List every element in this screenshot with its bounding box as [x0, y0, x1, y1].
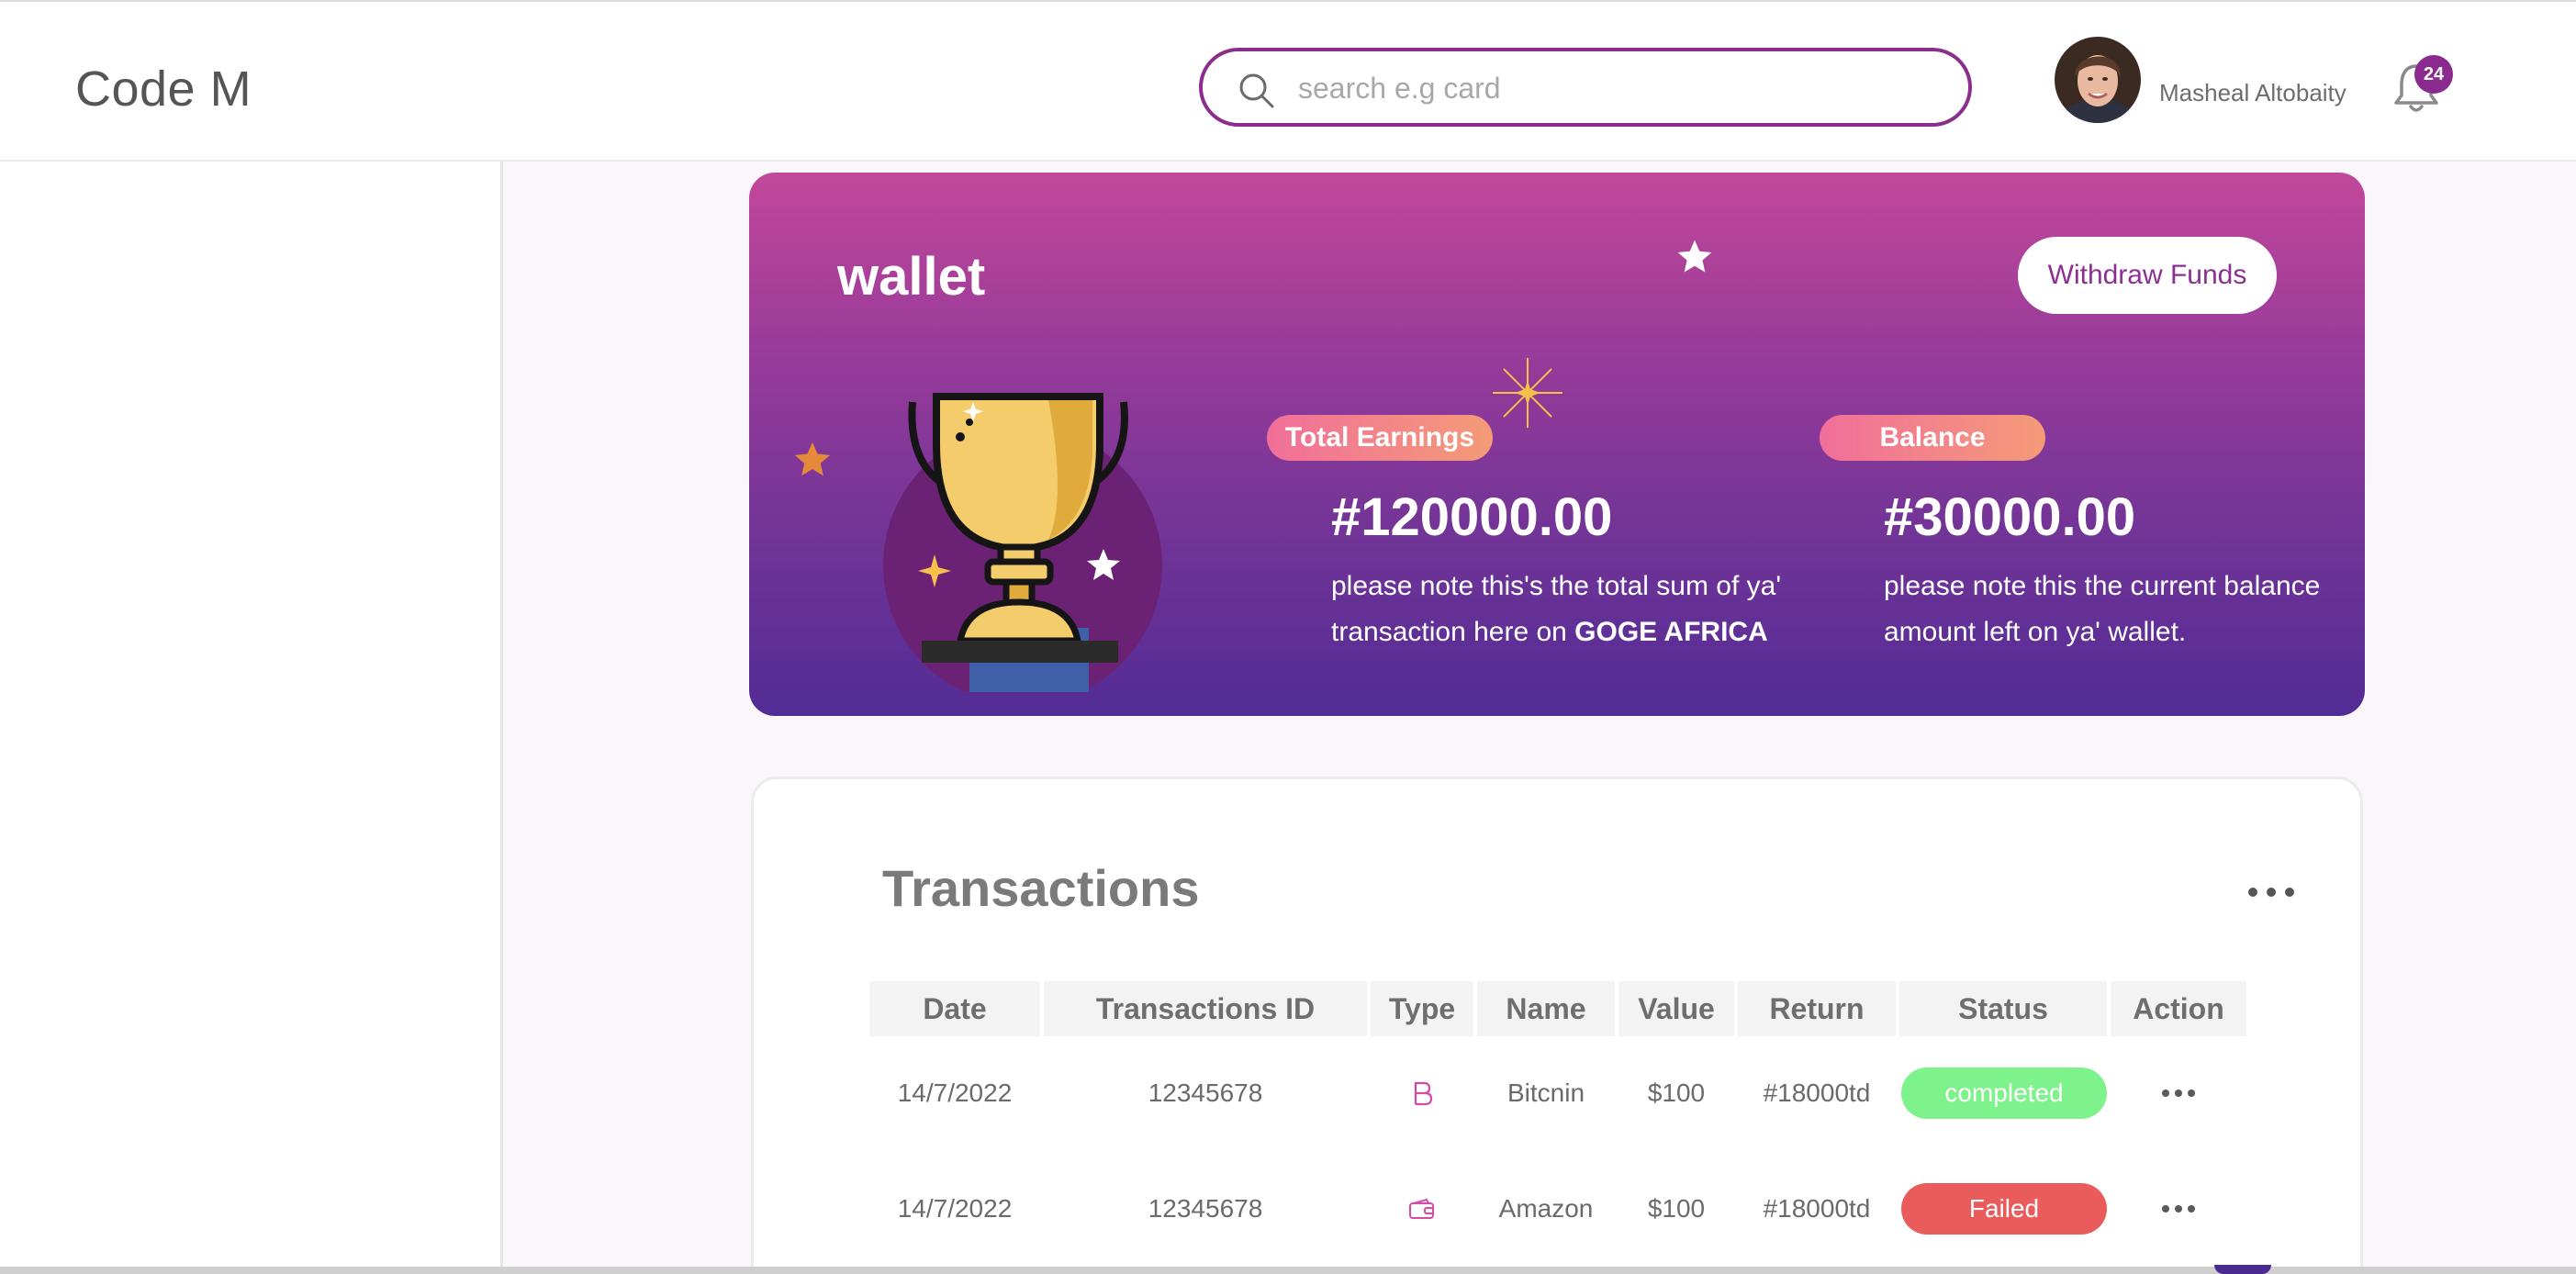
cell-name: Bitcnin — [1506, 1078, 1585, 1107]
cell-value: $100 — [1647, 1078, 1706, 1107]
wallet-card: wallet Withdraw Funds Total Earnings #12… — [749, 173, 2365, 716]
column-header-date: Date — [869, 981, 1040, 1036]
search-input[interactable] — [1298, 64, 1941, 112]
cell-type — [1371, 1181, 1473, 1236]
balance-note: please note this the current balance amo… — [1884, 571, 2321, 647]
column-header-return: Return — [1738, 981, 1896, 1036]
cell-date: 14/7/2022 — [897, 1194, 1013, 1223]
bitcoin-icon — [1414, 1081, 1433, 1106]
column-header-status: Status — [1899, 981, 2107, 1036]
status-badge: Failed — [1901, 1183, 2107, 1235]
search-bar[interactable] — [1199, 48, 1972, 127]
column-header-type: Type — [1371, 981, 1473, 1036]
total-earnings-amount: #120000.00 — [1331, 487, 1613, 547]
star-icon — [794, 441, 831, 476]
brand-logo[interactable]: Code M — [75, 61, 252, 117]
sparkle-icon — [1493, 358, 1562, 428]
cell-transaction-id: 12345678 — [1148, 1194, 1263, 1223]
company-name: GOGE AFRICA — [1574, 617, 1768, 647]
balance-badge: Balance — [1820, 415, 2045, 461]
column-header-action: Action — [2111, 981, 2246, 1036]
transactions-card: Transactions Date Transactions ID Type N… — [751, 777, 2363, 1274]
status-badge: completed — [1901, 1067, 2107, 1119]
user-name[interactable]: Masheal Altobaity — [2159, 79, 2346, 107]
cell-type — [1371, 1066, 1473, 1121]
cell-date: 14/7/2022 — [897, 1078, 1013, 1107]
notification-badge: 24 — [2414, 55, 2453, 94]
total-earnings-note: please note this's the total sum of ya' … — [1331, 571, 1782, 647]
sidebar — [0, 162, 503, 1274]
wallet-title: wallet — [837, 247, 986, 307]
row-action-more-icon[interactable] — [2162, 1195, 2195, 1223]
wallet-icon — [1409, 1198, 1434, 1219]
balance-amount: #30000.00 — [1884, 487, 2136, 547]
cell-transaction-id: 12345678 — [1148, 1078, 1263, 1107]
search-icon — [1239, 73, 1274, 108]
user-photo — [2055, 37, 2141, 123]
column-header-name: Name — [1477, 981, 1615, 1036]
top-navbar: Code M Masheal Altobaity 24 — [0, 0, 2576, 162]
withdraw-funds-button[interactable]: Withdraw Funds — [2018, 237, 2277, 314]
cell-name: Amazon — [1498, 1194, 1594, 1223]
row-action-more-icon[interactable] — [2162, 1079, 2195, 1107]
cell-return: #18000td — [1763, 1194, 1871, 1223]
window-bottom-edge — [0, 1267, 2576, 1274]
transactions-title: Transactions — [882, 859, 1200, 917]
avatar[interactable] — [2055, 37, 2141, 123]
total-earnings-badge: Total Earnings — [1267, 415, 1493, 461]
column-header-value: Value — [1618, 981, 1734, 1036]
cell-value: $100 — [1647, 1194, 1706, 1223]
star-icon — [1677, 240, 1712, 273]
column-header-transaction-id: Transactions ID — [1044, 981, 1367, 1036]
cell-return: #18000td — [1763, 1078, 1871, 1107]
trophy-icon — [883, 393, 1162, 692]
more-options-icon[interactable] — [2248, 878, 2294, 906]
floating-chat-button[interactable] — [2214, 1265, 2271, 1274]
